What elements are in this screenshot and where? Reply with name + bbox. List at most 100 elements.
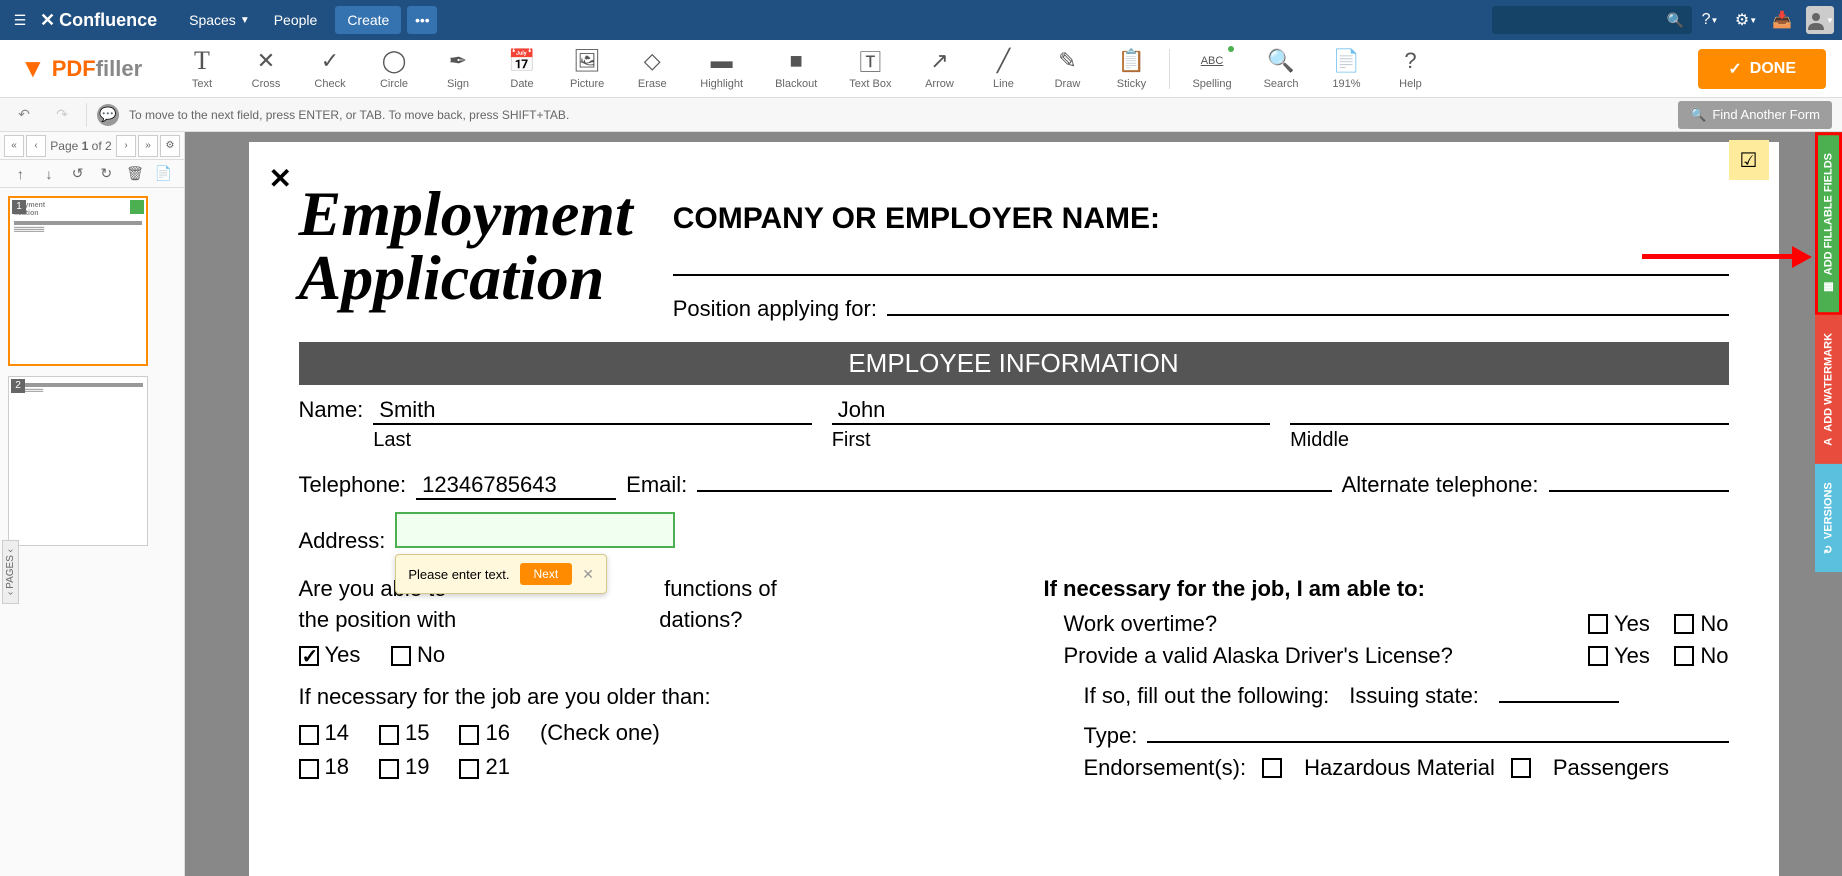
rotate-left-button[interactable]: ↺	[69, 165, 87, 183]
pages-tab[interactable]: ‹ PAGES ‹	[2, 540, 19, 604]
arrow-tool[interactable]: ↗Arrow	[907, 40, 971, 98]
thumbnail-page-2[interactable]: 2 ━━━━━━━━━━━━━━━━━━━━	[8, 376, 148, 546]
help-icon[interactable]: ?▼	[1694, 4, 1726, 36]
delete-page-button[interactable]: 🗑	[126, 165, 144, 183]
age-16-checkbox[interactable]	[459, 725, 479, 745]
document-page[interactable]: ✕ ☑ Employment Application COMPANY OR EM…	[249, 142, 1779, 876]
address-field-active[interactable]	[395, 512, 675, 548]
page-indicator: Page 1 of 2	[48, 139, 114, 153]
pdffiller-logo[interactable]: ▼ PDFfiller	[0, 40, 170, 98]
confluence-search[interactable]: 🔍	[1492, 6, 1692, 34]
tel-value: 12346785643	[422, 472, 557, 497]
user-avatar[interactable]: ▼	[1806, 6, 1834, 34]
alt-tel-label: Alternate telephone:	[1342, 472, 1539, 498]
rotate-right-button[interactable]: ↻	[97, 165, 115, 183]
erase-label: Erase	[638, 78, 667, 90]
people-menu[interactable]: People	[262, 0, 330, 40]
zoom-tool[interactable]: 📄191%	[1314, 40, 1378, 98]
license-yes-checkbox[interactable]	[1588, 646, 1608, 666]
hamburger-icon[interactable]: ☰	[8, 8, 32, 32]
people-label: People	[274, 12, 318, 28]
undo-button[interactable]: ↶	[10, 101, 38, 129]
tooltip-close-icon[interactable]: ✕	[582, 566, 594, 583]
textbox-tool[interactable]: 🅃Text Box	[833, 40, 907, 98]
overtime-no-checkbox[interactable]	[1674, 614, 1694, 634]
add-page-button[interactable]: 📄	[155, 165, 173, 183]
first-name-field[interactable]: John	[832, 397, 1270, 425]
sticky-tool[interactable]: 📋Sticky	[1099, 40, 1163, 98]
chevron-down-icon: ▼	[240, 15, 250, 26]
page-settings-button[interactable]: ⚙	[160, 135, 180, 157]
check-tool[interactable]: ✓Check	[298, 40, 362, 98]
middle-name-field[interactable]	[1290, 397, 1728, 425]
add-watermark-tab[interactable]: A ADD WATERMARK	[1815, 315, 1842, 464]
pdffiller-toolbar: ▼ PDFfiller TText ✕Cross ✓Check ◯Circle …	[0, 40, 1842, 98]
add-fillable-fields-tab[interactable]: ▦ ADD FILLABLE FIELDS	[1815, 132, 1842, 315]
age-18-checkbox[interactable]	[299, 759, 319, 779]
spaces-menu[interactable]: Spaces ▼	[177, 0, 262, 40]
yes-checkbox[interactable]	[299, 646, 319, 666]
age-14-checkbox[interactable]	[299, 725, 319, 745]
annotation-arrow	[1642, 246, 1812, 266]
redo-button[interactable]: ↷	[48, 101, 76, 129]
age-21-checkbox[interactable]	[459, 759, 479, 779]
more-actions-button[interactable]: •••	[407, 6, 437, 34]
done-button[interactable]: ✓ DONE	[1698, 49, 1826, 89]
issuing-state-field[interactable]	[1499, 675, 1619, 703]
first-page-button[interactable]: «	[4, 135, 24, 157]
date-tool[interactable]: 📅Date	[490, 40, 554, 98]
draw-tool[interactable]: ✎Draw	[1035, 40, 1099, 98]
highlight-label: Highlight	[700, 78, 743, 90]
versions-tab[interactable]: ↻ VERSIONS	[1815, 464, 1842, 572]
email-field[interactable]	[697, 464, 1331, 492]
telephone-row: Telephone: 12346785643 Email: Alternate …	[299, 464, 1729, 500]
confluence-logo[interactable]: ✕ Confluence	[40, 10, 157, 31]
sub-middle: Middle	[1290, 429, 1728, 452]
license-no-checkbox[interactable]	[1674, 646, 1694, 666]
right-column: If necessary for the job, I am able to: …	[1044, 574, 1729, 781]
age-19-checkbox[interactable]	[379, 759, 399, 779]
move-up-button[interactable]: ↑	[11, 165, 29, 183]
find-another-form-button[interactable]: 🔍 Find Another Form	[1678, 101, 1832, 129]
erase-tool[interactable]: ◇Erase	[620, 40, 684, 98]
last-name-field[interactable]: Smith	[373, 397, 811, 425]
gear-icon[interactable]: ⚙▼	[1730, 4, 1762, 36]
help-tool[interactable]: ?Help	[1378, 40, 1442, 98]
alt-tel-field[interactable]	[1549, 464, 1729, 492]
position-field[interactable]	[887, 314, 1729, 316]
logo-filler: filler	[96, 56, 142, 82]
blackout-tool[interactable]: ■Blackout	[759, 40, 833, 98]
sticky-note-icon[interactable]: ☑	[1729, 140, 1769, 180]
move-down-button[interactable]: ↓	[40, 165, 58, 183]
spelling-tool[interactable]: ABCSpelling	[1176, 40, 1247, 98]
sign-label: Sign	[447, 78, 469, 90]
prev-page-button[interactable]: ‹	[26, 135, 46, 157]
picture-tool[interactable]: 🖼Picture	[554, 40, 620, 98]
cross-tool[interactable]: ✕Cross	[234, 40, 298, 98]
thumbnail-page-1[interactable]: 1 ploymentlication ━━━━━━━━━━━━━━━━━━━━━…	[8, 196, 148, 366]
hazmat-checkbox[interactable]	[1262, 758, 1282, 778]
help-label: Help	[1399, 78, 1422, 90]
text-tool[interactable]: TText	[170, 40, 234, 98]
close-icon[interactable]: ✕	[269, 162, 292, 195]
no-checkbox[interactable]	[391, 646, 411, 666]
sign-tool[interactable]: ✒Sign	[426, 40, 490, 98]
age-15-checkbox[interactable]	[379, 725, 399, 745]
tooltip-next-button[interactable]: Next	[520, 563, 573, 585]
create-button[interactable]: Create	[335, 6, 401, 34]
highlight-tool[interactable]: ▬Highlight	[684, 40, 759, 98]
zoom-icon: 📄	[1333, 48, 1360, 74]
next-page-button[interactable]: ›	[116, 135, 136, 157]
circle-tool[interactable]: ◯Circle	[362, 40, 426, 98]
line-tool[interactable]: ╱Line	[971, 40, 1035, 98]
company-field[interactable]	[673, 246, 1729, 276]
fillable-icon: ▦	[1822, 281, 1835, 294]
last-page-button[interactable]: »	[138, 135, 158, 157]
overtime-yes-checkbox[interactable]	[1588, 614, 1608, 634]
passengers-checkbox[interactable]	[1511, 758, 1531, 778]
chat-icon[interactable]: 💬	[97, 104, 119, 126]
type-field[interactable]	[1147, 715, 1728, 743]
inbox-icon[interactable]: 📥	[1766, 4, 1798, 36]
search-tool[interactable]: 🔍Search	[1248, 40, 1315, 98]
telephone-field[interactable]: 12346785643	[416, 472, 616, 500]
